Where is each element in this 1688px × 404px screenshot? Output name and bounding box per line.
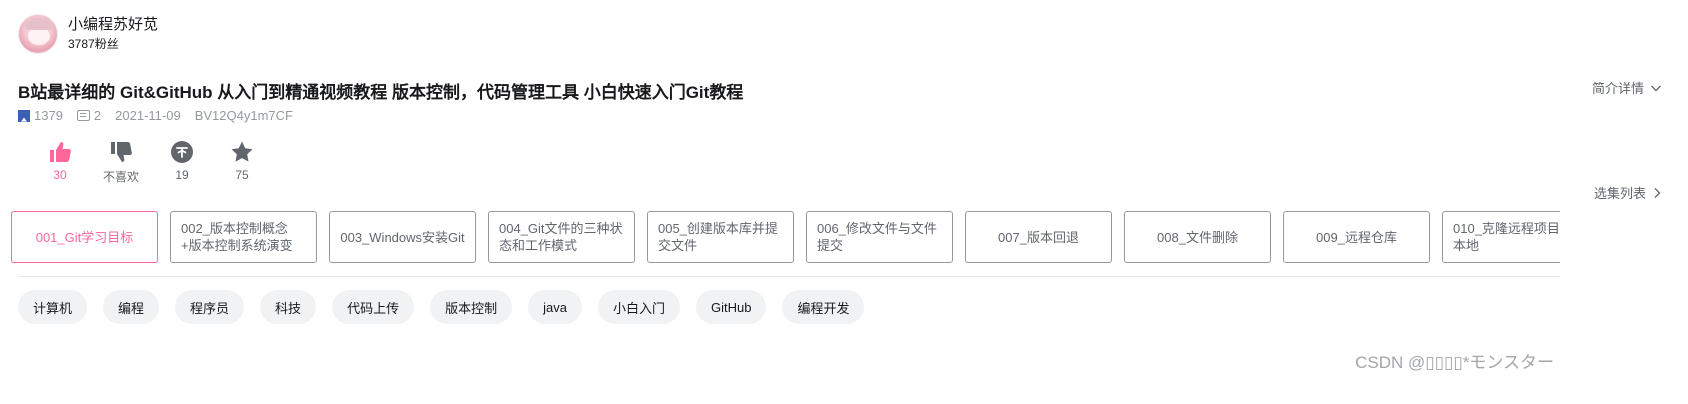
uploader-fans: 3787粉丝 [68, 37, 119, 51]
favorite-button[interactable]: 75 [212, 140, 272, 185]
chevron-right-icon [1654, 187, 1661, 198]
uploader-text: 小编程苏好苋 3787粉丝 [68, 15, 158, 53]
episode-item[interactable]: 010_克隆远程项目到本地 [1442, 211, 1560, 263]
tag[interactable]: 程序员 [175, 290, 245, 324]
star-icon [231, 141, 253, 162]
like-button[interactable]: 30 [30, 140, 90, 185]
video-title: B站最详细的 Git&GitHub 从入门到精通视频教程 版本控制，代码管理工具… [18, 83, 744, 102]
episode-track: 001_Git学习目标 002_版本控制概念+版本控制系统演变 003_Wind… [11, 211, 1560, 263]
favorite-count: 75 [235, 168, 249, 182]
play-count-icon [18, 109, 30, 122]
watermark: CSDN @▯▯▯▯*モンスター [1355, 353, 1554, 372]
tag[interactable]: 小白入门 [597, 290, 680, 324]
episode-item[interactable]: 005_创建版本库并提交文件 [647, 211, 794, 263]
thumbs-down-icon [111, 142, 132, 162]
episode-item[interactable]: 008_文件删除 [1124, 211, 1271, 263]
episode-item[interactable]: 006_修改文件与文件提交 [806, 211, 953, 263]
avatar[interactable] [18, 14, 58, 54]
video-meta: 1379 2 2021-11-09 BV12Q4y1m7CF [18, 108, 307, 123]
episode-list-label: 选集列表 [1593, 186, 1646, 201]
dislike-label: 不喜欢 [102, 170, 139, 184]
episode-item[interactable]: 002_版本控制概念+版本控制系统演变 [170, 211, 317, 263]
thumbs-up-icon [50, 142, 71, 162]
danmaku-icon [76, 110, 90, 121]
publish-date: 2021-11-09 [115, 108, 181, 123]
like-count: 30 [53, 168, 67, 182]
tag-list: 计算机 编程 程序员 科技 代码上传 版本控制 java 小白入门 GitHub… [18, 290, 865, 324]
episode-item[interactable]: 009_远程仓库 [1283, 211, 1430, 263]
tag[interactable]: 编程开发 [782, 290, 865, 324]
tag[interactable]: 代码上传 [332, 290, 415, 324]
episode-item[interactable]: 007_版本回退 [965, 211, 1112, 263]
tag[interactable]: 科技 [260, 290, 317, 324]
uploader-info[interactable]: 小编程苏好苋 3787粉丝 [18, 14, 158, 54]
coin-button[interactable]: 19 [152, 140, 212, 185]
tag[interactable]: java [528, 290, 582, 324]
section-divider [18, 276, 1560, 277]
tag[interactable]: GitHub [695, 290, 767, 324]
tag[interactable]: 版本控制 [430, 290, 513, 324]
tag[interactable]: 编程 [103, 290, 160, 324]
episode-carousel[interactable]: 001_Git学习目标 002_版本控制概念+版本控制系统演变 003_Wind… [11, 211, 1560, 263]
tag[interactable]: 计算机 [18, 290, 88, 324]
episode-item[interactable]: 004_Git文件的三种状态和工作模式 [488, 211, 635, 263]
uploader-name[interactable]: 小编程苏好苋 [68, 15, 158, 35]
danmaku-stat: 2 [76, 108, 102, 123]
views-count: 1379 [34, 108, 63, 123]
dislike-button[interactable]: 不喜欢 [90, 140, 152, 185]
coin-count: 19 [175, 168, 189, 182]
bvid: BV12Q4y1m7CF [194, 108, 293, 123]
episode-item[interactable]: 001_Git学习目标 [11, 211, 158, 263]
episode-item[interactable]: 003_Windows安装Git [329, 211, 476, 263]
episode-list-button[interactable]: 选集列表 [1594, 183, 1662, 202]
coin-icon [171, 141, 193, 163]
intro-detail-button[interactable]: 简介详情 [1592, 78, 1662, 97]
action-bar: 30 不喜欢 19 75 [30, 140, 272, 185]
danmaku-count: 2 [93, 108, 102, 123]
chevron-down-icon [1651, 85, 1661, 91]
intro-detail-label: 简介详情 [1591, 81, 1644, 96]
views-stat: 1379 [18, 108, 63, 123]
